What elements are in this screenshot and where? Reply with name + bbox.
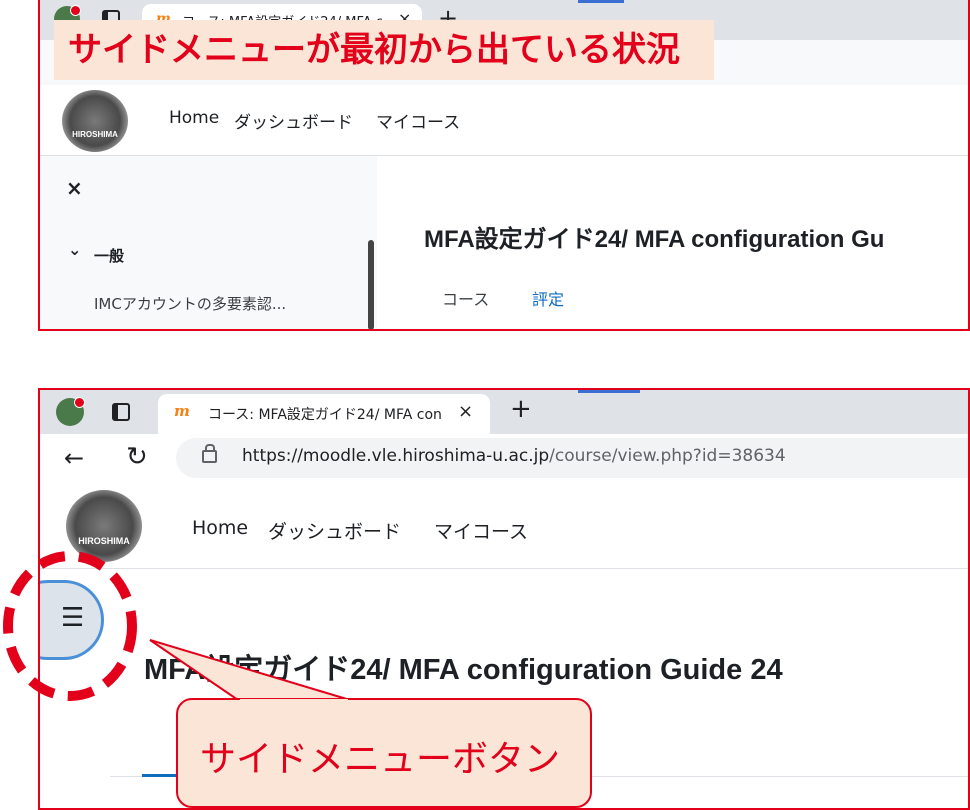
notification-dot: [70, 5, 81, 16]
toolbar: ← ↻ https://moodle.vle.hiroshima-u.ac.jp…: [40, 434, 970, 486]
tab-title: コース: MFA設定ガイド24/ MFA con: [208, 407, 442, 423]
nav-dashboard[interactable]: ダッシュボード: [268, 517, 401, 544]
back-arrow-icon[interactable]: ←: [64, 444, 84, 472]
drawer-close-icon[interactable]: ×: [66, 176, 83, 200]
reload-icon[interactable]: ↻: [126, 442, 148, 472]
url-text: https://moodle.vle.hiroshima-u.ac.jp/cou…: [242, 446, 786, 466]
drawer-scrollbar[interactable]: [368, 240, 374, 330]
list-menu-icon: ☰: [61, 603, 85, 633]
logo-text: HIROSHIMA: [72, 130, 118, 139]
address-bar[interactable]: https://moodle.vle.hiroshima-u.ac.jp/cou…: [176, 438, 970, 478]
notification-dot: [74, 397, 85, 408]
site-logo[interactable]: HIROSHIMA: [62, 90, 128, 152]
url-host: https://moodle.vle.hiroshima-u.ac.jp: [242, 446, 550, 466]
tab-close-icon[interactable]: ×: [458, 401, 473, 422]
logo-text: HIROSHIMA: [78, 536, 130, 546]
course-title: MFA設定ガイド24/ MFA configuration Guide 24: [144, 654, 783, 686]
nav-my-courses[interactable]: マイコース: [434, 517, 528, 544]
tab-grades[interactable]: 評定: [532, 286, 564, 310]
callout-tail-cover: [240, 699, 348, 703]
top-screenshot: m コース: MFA設定ガイド24/ MFA con × + HIROSHIMA…: [40, 0, 970, 330]
site-logo[interactable]: HIROSHIMA: [66, 490, 142, 562]
course-index-open-button[interactable]: ☰: [40, 580, 104, 660]
browser-tab[interactable]: m コース: MFA設定ガイド24/ MFA con ×: [158, 394, 490, 434]
sidebar-toggle-icon[interactable]: [112, 403, 130, 421]
new-tab-button[interactable]: +: [510, 394, 532, 424]
nav-my-courses[interactable]: マイコース: [376, 108, 460, 133]
navbar-divider: [40, 568, 970, 569]
section-label[interactable]: 一般: [94, 245, 124, 266]
callout-text: サイドメニューボタン: [200, 738, 561, 779]
nav-home[interactable]: Home: [192, 517, 248, 539]
tab-course[interactable]: コース: [442, 286, 489, 310]
nav-home[interactable]: Home: [169, 108, 219, 128]
profile-avatar-icon[interactable]: [56, 397, 85, 426]
section-chevron-down-icon[interactable]: ⌄: [68, 240, 81, 259]
tab-loading-indicator: [578, 0, 624, 3]
bottom-tab-strip: m コース: MFA設定ガイド24/ MFA con × +: [40, 390, 970, 434]
caption-top: サイドメニューが最初から出ている状況: [54, 20, 714, 80]
nav-dashboard[interactable]: ダッシュボード: [234, 108, 353, 133]
course-index-drawer: × ⌄ 一般 IMCアカウントの多要素認...: [40, 156, 377, 330]
tab-loading-indicator: [578, 390, 640, 393]
url-path: /course/view.php?id=38634: [549, 446, 786, 466]
callout-box: サイドメニューボタン: [176, 698, 592, 808]
course-title: MFA設定ガイド24/ MFA configuration Gu: [424, 226, 885, 253]
moodle-favicon-icon: m: [174, 402, 190, 420]
drawer-item-mfa[interactable]: IMCアカウントの多要素認...: [94, 293, 286, 314]
lock-shackle: [205, 444, 215, 452]
